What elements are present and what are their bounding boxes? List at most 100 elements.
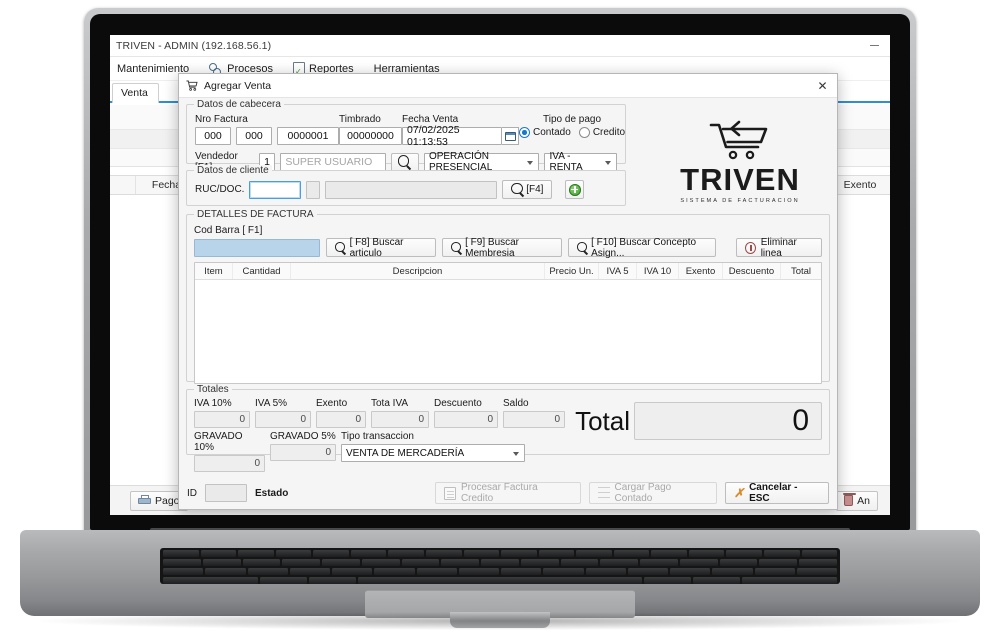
laptop-mockup: TRIVEN - ADMIN (192.168.56.1) Mantenimie…: [0, 0, 999, 640]
nro-factura-part3[interactable]: 0000001: [277, 127, 339, 145]
details-group-legend: DETALLES DE FACTURA: [194, 209, 317, 220]
procesar-factura-credito-button[interactable]: Procesar Factura Credito: [435, 482, 581, 504]
gravado10-value: 0: [194, 455, 265, 472]
cart-icon: [186, 80, 198, 91]
shopping-cart-icon: [709, 120, 771, 160]
client-group-legend: Datos de cliente: [194, 165, 272, 176]
cargar-pago-contado-button[interactable]: Cargar Pago Contado: [589, 482, 717, 504]
totals-group-legend: Totales: [194, 384, 232, 395]
buscar-articulo-label: [ F8] Buscar articulo: [349, 236, 404, 259]
background-anular-label: An: [857, 494, 870, 507]
nro-factura-label: Nro Factura: [195, 114, 248, 125]
total-value: 0: [634, 402, 822, 440]
tipo-transaccion-label: Tipo transaccion: [341, 431, 414, 442]
col-iva-5[interactable]: IVA 5: [599, 263, 637, 279]
triven-tagline: SISTEMA DE FACTURACION: [680, 198, 800, 204]
buscar-concepto-button[interactable]: [ F10] Buscar Concepto Asign...: [568, 237, 716, 259]
iva10-value: 0: [194, 411, 250, 428]
window-controls: [862, 37, 886, 53]
col-descripcion[interactable]: Descripcion: [291, 263, 545, 279]
buscar-membresia-button[interactable]: [ F9] Buscar Membresia: [442, 237, 562, 259]
search-icon: [335, 242, 345, 253]
dialog-body: TRIVEN SISTEMA DE FACTURACION Datos de c…: [179, 98, 837, 509]
total-iva-value: 0: [371, 411, 429, 428]
cod-barra-label: Cod Barra [ F1]: [194, 225, 263, 236]
radio-contado-label: Contado: [533, 127, 571, 138]
laptop-shadow: [40, 612, 960, 630]
payment-icon: [598, 487, 610, 499]
col-exento[interactable]: Exento: [679, 263, 723, 279]
triven-wordmark: TRIVEN: [680, 162, 800, 197]
col-precio-un[interactable]: Precio Un.: [545, 263, 599, 279]
radio-credito-dot: [578, 127, 590, 138]
laptop-keyboard: [160, 548, 840, 584]
keyboard-row: [160, 577, 840, 584]
buscar-articulo-button[interactable]: [ F8] Buscar articulo: [326, 236, 436, 259]
client-data-group: Datos de cliente RUC/DOC. [F4]: [186, 165, 626, 206]
eliminar-linea-label: Eliminar linea: [760, 236, 797, 259]
total-label: Total: [575, 405, 630, 436]
minimize-icon[interactable]: [862, 37, 886, 53]
add-circle-icon: [568, 183, 581, 196]
exento-value: 0: [316, 411, 366, 428]
dialog-titlebar: Agregar Venta ✕: [179, 74, 837, 98]
calendar-icon[interactable]: [502, 127, 519, 145]
col-descuento[interactable]: Descuento: [723, 263, 781, 279]
bg-col-exento[interactable]: Exento: [830, 176, 890, 194]
col-iva-10[interactable]: IVA 10: [637, 263, 679, 279]
radio-credito[interactable]: Credito: [578, 127, 626, 138]
col-item[interactable]: Item: [195, 263, 233, 279]
descuento-value: 0: [434, 411, 498, 428]
total-iva-label: Tota IVA: [371, 398, 409, 409]
operacion-select[interactable]: OPERACIÓN PRESENCIAL: [423, 151, 540, 173]
cancel-icon: ✗: [734, 486, 745, 500]
descuento-label: Descuento: [434, 398, 482, 409]
cod-barra-input[interactable]: [194, 238, 320, 257]
iva5-value: 0: [255, 411, 311, 428]
background-anular-button[interactable]: An: [836, 490, 878, 511]
dv-input[interactable]: [306, 180, 321, 199]
buscar-cliente-button[interactable]: [F4]: [502, 180, 553, 199]
footer-id-value: [205, 484, 247, 502]
tipo-transaccion-select[interactable]: VENTA DE MERCADERÍA: [341, 444, 525, 462]
nro-factura-part1[interactable]: 000: [195, 127, 231, 145]
dialog-footer: ID Estado Procesar Factura Credito Carga…: [179, 477, 837, 509]
keyboard-row: [160, 550, 840, 557]
header-data-group: Datos de cabecera Nro Factura 000 000 00…: [186, 99, 626, 173]
screen-viewport: TRIVEN - ADMIN (192.168.56.1) Mantenimie…: [110, 35, 890, 515]
trash-icon: [843, 493, 857, 506]
invoice-details-group: DETALLES DE FACTURA Cod Barra [ F1] [ F8…: [186, 209, 830, 384]
ruc-input[interactable]: [249, 180, 302, 199]
search-icon: [397, 155, 412, 169]
bg-col-spacer: [110, 176, 136, 194]
close-icon[interactable]: ✕: [814, 78, 831, 94]
fecha-venta-input[interactable]: 07/02/2025 01:13:53: [402, 124, 502, 148]
timbrado-input[interactable]: 00000000: [339, 127, 402, 145]
header-group-legend: Datos de cabecera: [194, 99, 284, 110]
keyboard-row: [160, 559, 840, 566]
eliminar-linea-button[interactable]: Eliminar linea: [736, 236, 822, 259]
timbrado-label: Timbrado: [339, 114, 381, 125]
col-total[interactable]: Total: [781, 263, 821, 279]
search-icon: [451, 242, 461, 253]
buscar-cliente-label: [F4]: [526, 184, 544, 195]
radio-contado[interactable]: Contado: [519, 127, 571, 138]
cliente-nombre-input[interactable]: [325, 180, 498, 199]
radio-credito-label: Credito: [592, 127, 626, 138]
gravado10-label: GRAVADO 10%: [194, 431, 243, 453]
vendedor-search-button[interactable]: [390, 152, 419, 172]
impuesto-select[interactable]: IVA - RENTA: [544, 151, 617, 173]
add-cliente-button[interactable]: [565, 180, 585, 199]
delete-icon: [745, 241, 756, 254]
details-grid-body[interactable]: [195, 280, 821, 383]
search-icon: [577, 242, 587, 253]
invoice-details-grid[interactable]: Item Cantidad Descripcion Precio Un. IVA…: [194, 262, 822, 384]
cancelar-button[interactable]: ✗ Cancelar - ESC: [725, 482, 829, 504]
tab-venta[interactable]: Venta: [112, 83, 159, 103]
vendedor-name-input[interactable]: SUPER USUARIO: [280, 153, 386, 171]
cancelar-label: Cancelar - ESC: [749, 482, 798, 504]
nro-factura-part2[interactable]: 000: [236, 127, 272, 145]
details-grid-header: Item Cantidad Descripcion Precio Un. IVA…: [195, 263, 821, 280]
cargar-pago-contado-label: Cargar Pago Contado: [614, 482, 672, 504]
col-cantidad[interactable]: Cantidad: [233, 263, 291, 279]
